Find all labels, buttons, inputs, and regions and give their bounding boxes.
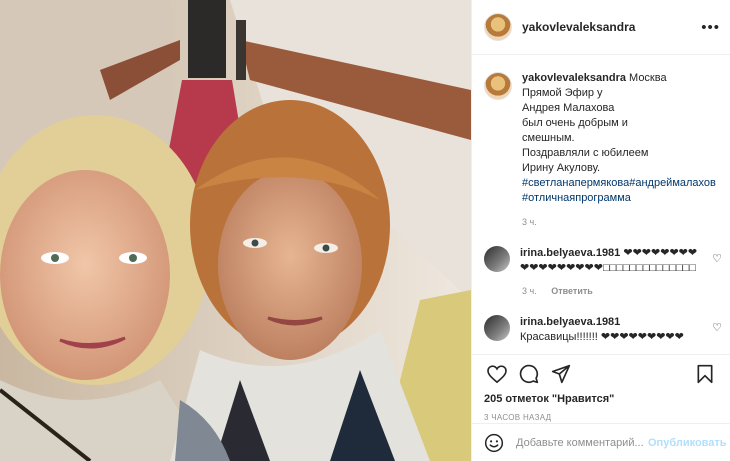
selfie-image [0,0,471,461]
author-avatar[interactable] [484,13,512,41]
comment-item: irina.belyaeva.1981 Красавицы!!!!!!! ❤❤❤… [484,315,722,345]
caption-time: 3 ч. [522,217,537,227]
comment-time: 3 ч. [522,286,537,296]
caption-hashtags[interactable]: #светланапермякова#андреймалахов#отлична… [522,177,716,204]
comment-body: irina.belyaeva.1981 ❤❤❤❤❤❤❤❤ ❤❤❤❤❤❤❤❤❤□□… [520,246,708,276]
caption-line: Поздравляли с юбилеем [522,147,649,159]
add-comment-input[interactable] [514,435,648,450]
emoji-icon[interactable] [484,432,504,454]
post-header: yakovlevaleksandra ••• [472,0,730,55]
commenter-avatar[interactable] [484,315,510,341]
comment-like-heart-icon[interactable]: ♡ [712,252,722,265]
caption-username[interactable]: yakovlevaleksandra [522,72,626,84]
caption: yakovlevaleksandra Москва Прямой Эфир у … [484,71,720,206]
add-comment-bar: Опубликовать [472,423,730,461]
caption-line: Москва [629,72,667,84]
comment-body: irina.belyaeva.1981 Красавицы!!!!!!! ❤❤❤… [520,315,708,345]
caption-line: Андрея Малахова [522,102,615,114]
comment-meta: 3 ч. Ответить [522,286,720,296]
caption-line: Ирину Акулову. [522,162,601,174]
heart-icon[interactable] [484,361,510,387]
bookmark-icon[interactable] [692,361,718,387]
comment-item: irina.belyaeva.1981 ❤❤❤❤❤❤❤❤ ❤❤❤❤❤❤❤❤❤□□… [484,246,722,276]
share-icon[interactable] [548,361,574,387]
caption-text: yakovlevaleksandra Москва Прямой Эфир у … [522,71,720,206]
publish-button[interactable]: Опубликовать [648,437,727,449]
post-side-panel: yakovlevaleksandra ••• yakovlevaleksandr… [471,0,730,461]
author-username[interactable]: yakovlevaleksandra [522,20,635,34]
instagram-post: yakovlevaleksandra ••• yakovlevaleksandr… [0,0,730,461]
caption-line: смешным. [522,132,575,144]
post-time-ago: 3 ЧАСОВ НАЗАД [484,413,552,422]
comment-like-heart-icon[interactable]: ♡ [712,321,722,334]
post-photo[interactable] [0,0,471,461]
reply-button[interactable]: Ответить [551,286,593,296]
commenter-avatar[interactable] [484,246,510,272]
post-actions [472,355,730,393]
caption-line: Прямой Эфир у [522,87,603,99]
commenter-username[interactable]: irina.belyaeva.1981 [520,247,620,259]
caption-line: был очень добрым и [522,117,628,129]
comment-text: Красавицы!!!!!!! ❤❤❤❤❤❤❤❤❤ [520,331,684,343]
comments-scroll-area[interactable]: yakovlevaleksandra Москва Прямой Эфир у … [472,55,730,355]
caption-avatar[interactable] [484,72,512,100]
likes-count[interactable]: 205 отметок "Нравится" [472,393,730,405]
comment-icon[interactable] [516,361,542,387]
commenter-username[interactable]: irina.belyaeva.1981 [520,316,620,328]
more-options-icon[interactable]: ••• [701,19,720,36]
